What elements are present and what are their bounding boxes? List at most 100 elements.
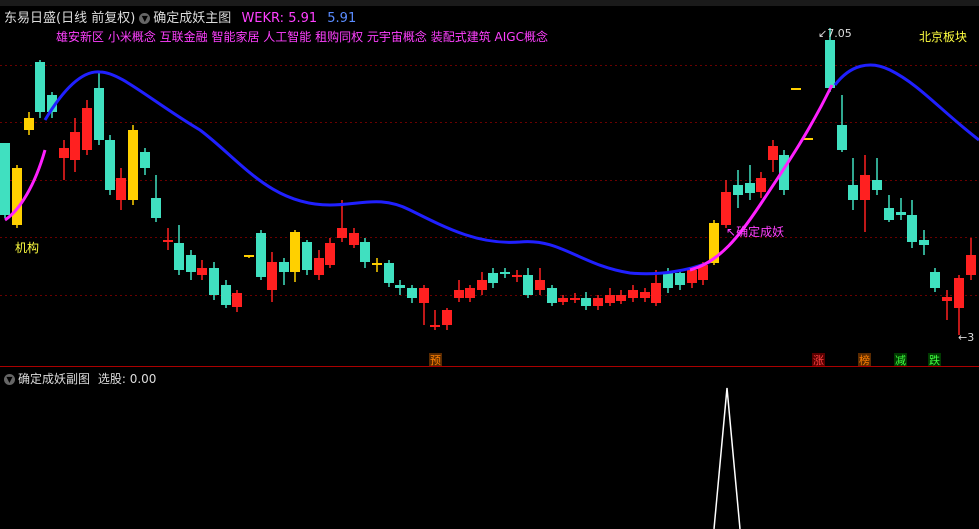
- candle-body: [919, 240, 929, 245]
- candle-body: [581, 298, 591, 306]
- candle-body: [605, 295, 615, 303]
- sub-indicator-spike: [713, 387, 741, 529]
- sub-title[interactable]: 确定成妖副图: [18, 372, 90, 386]
- candle-body: [547, 288, 557, 303]
- candle-body: [942, 297, 952, 301]
- candle-body: [163, 240, 173, 242]
- candle-body: [570, 298, 580, 300]
- badge-bang: 榜: [859, 353, 870, 367]
- candle-body: [314, 258, 324, 275]
- candle-body: [954, 278, 964, 308]
- candle-body: [628, 290, 638, 298]
- candle-body: [930, 272, 940, 288]
- candle-body: [59, 148, 69, 158]
- candle-body: [256, 233, 266, 277]
- candle-body: [825, 40, 835, 88]
- candle-body: [640, 292, 650, 298]
- candle-body: [523, 275, 533, 295]
- badge-zhang: 涨: [813, 354, 824, 367]
- candle-body: [419, 288, 429, 303]
- candlesticks: [0, 28, 976, 335]
- candle-body: [768, 146, 778, 160]
- candle-body: [94, 88, 104, 140]
- grid: [0, 65, 979, 296]
- candle-body: [477, 280, 487, 290]
- candle-body: [756, 178, 766, 192]
- candle-body: [430, 325, 440, 327]
- chevron-down-icon[interactable]: ▼: [4, 374, 15, 385]
- candle-body: [791, 88, 801, 90]
- candle-body: [907, 215, 917, 242]
- candle-body: [372, 263, 382, 265]
- candle-body: [197, 268, 207, 275]
- candle-body: [593, 298, 603, 306]
- candle-body: [465, 288, 475, 298]
- candle-body: [663, 273, 673, 288]
- label-high-value: 7.05: [827, 27, 852, 40]
- candle-body: [290, 232, 300, 272]
- candle-body: [442, 310, 452, 325]
- candle-body: [244, 255, 254, 257]
- label-jigou: 机构: [15, 240, 39, 255]
- candle-body: [384, 263, 394, 283]
- candle-body: [454, 290, 464, 298]
- candle-body: [558, 298, 568, 302]
- candle-body: [966, 255, 976, 275]
- label-queding-text: 确定成妖: [736, 224, 784, 239]
- candle-body: [884, 208, 894, 220]
- badge-yu: 预: [430, 354, 441, 367]
- candle-body: [70, 132, 80, 160]
- candle-body: [0, 143, 10, 215]
- candle-body: [209, 268, 219, 295]
- candle-body: [488, 273, 498, 283]
- candle-body: [105, 140, 115, 190]
- candle-body: [395, 285, 405, 288]
- candle-body: [221, 285, 231, 305]
- candle-body: [267, 262, 277, 290]
- kline-chart[interactable]: 机构 ↖确定成妖 ↙7.05 ←3 预 涨 榜 减 跌: [0, 0, 979, 529]
- candle-body: [837, 125, 847, 150]
- candle-body: [848, 185, 858, 200]
- candle-body: [872, 180, 882, 190]
- candle-body: [186, 255, 196, 272]
- candle-body: [279, 262, 289, 272]
- label-high: ↙7.05: [818, 27, 852, 40]
- signal-badges: 预 涨 榜 减 跌: [429, 353, 941, 367]
- label-low: ←3: [958, 331, 974, 344]
- candle-body: [407, 288, 417, 298]
- candle-body: [232, 293, 242, 307]
- candle-body: [616, 295, 626, 301]
- candle-body: [116, 178, 126, 200]
- candle-body: [860, 175, 870, 200]
- candle-body: [128, 130, 138, 200]
- candle-body: [745, 183, 755, 193]
- candle-body: [151, 198, 161, 218]
- candle-body: [24, 118, 34, 130]
- candle-body: [12, 168, 22, 225]
- candle-body: [675, 273, 685, 285]
- candle-body: [82, 108, 92, 150]
- ma-line-blue-right: [833, 63, 979, 142]
- candle-body: [349, 233, 359, 245]
- sub-selection: 选股: 0.00: [97, 372, 157, 386]
- candle-body: [302, 242, 312, 270]
- candle-body: [651, 283, 661, 303]
- ma-line-magenta: [4, 149, 47, 222]
- label-low-value: 3: [967, 331, 974, 344]
- candle-body: [733, 185, 743, 195]
- candle-body: [896, 212, 906, 215]
- candle-body: [721, 192, 731, 225]
- candle-body: [174, 243, 184, 270]
- candle-body: [35, 62, 45, 112]
- candle-body: [325, 243, 335, 265]
- candle-body: [337, 228, 347, 238]
- candle-body: [360, 242, 370, 262]
- candle-body: [512, 275, 522, 277]
- candle-body: [687, 270, 697, 283]
- badge-jian: 减: [895, 354, 906, 367]
- label-queding: ↖确定成妖: [726, 224, 784, 239]
- candle-body: [140, 152, 150, 168]
- sub-chart-header: ▼ 确定成妖副图 选股: 0.00: [4, 370, 156, 387]
- candle-body: [535, 280, 545, 290]
- candle-body: [500, 272, 510, 274]
